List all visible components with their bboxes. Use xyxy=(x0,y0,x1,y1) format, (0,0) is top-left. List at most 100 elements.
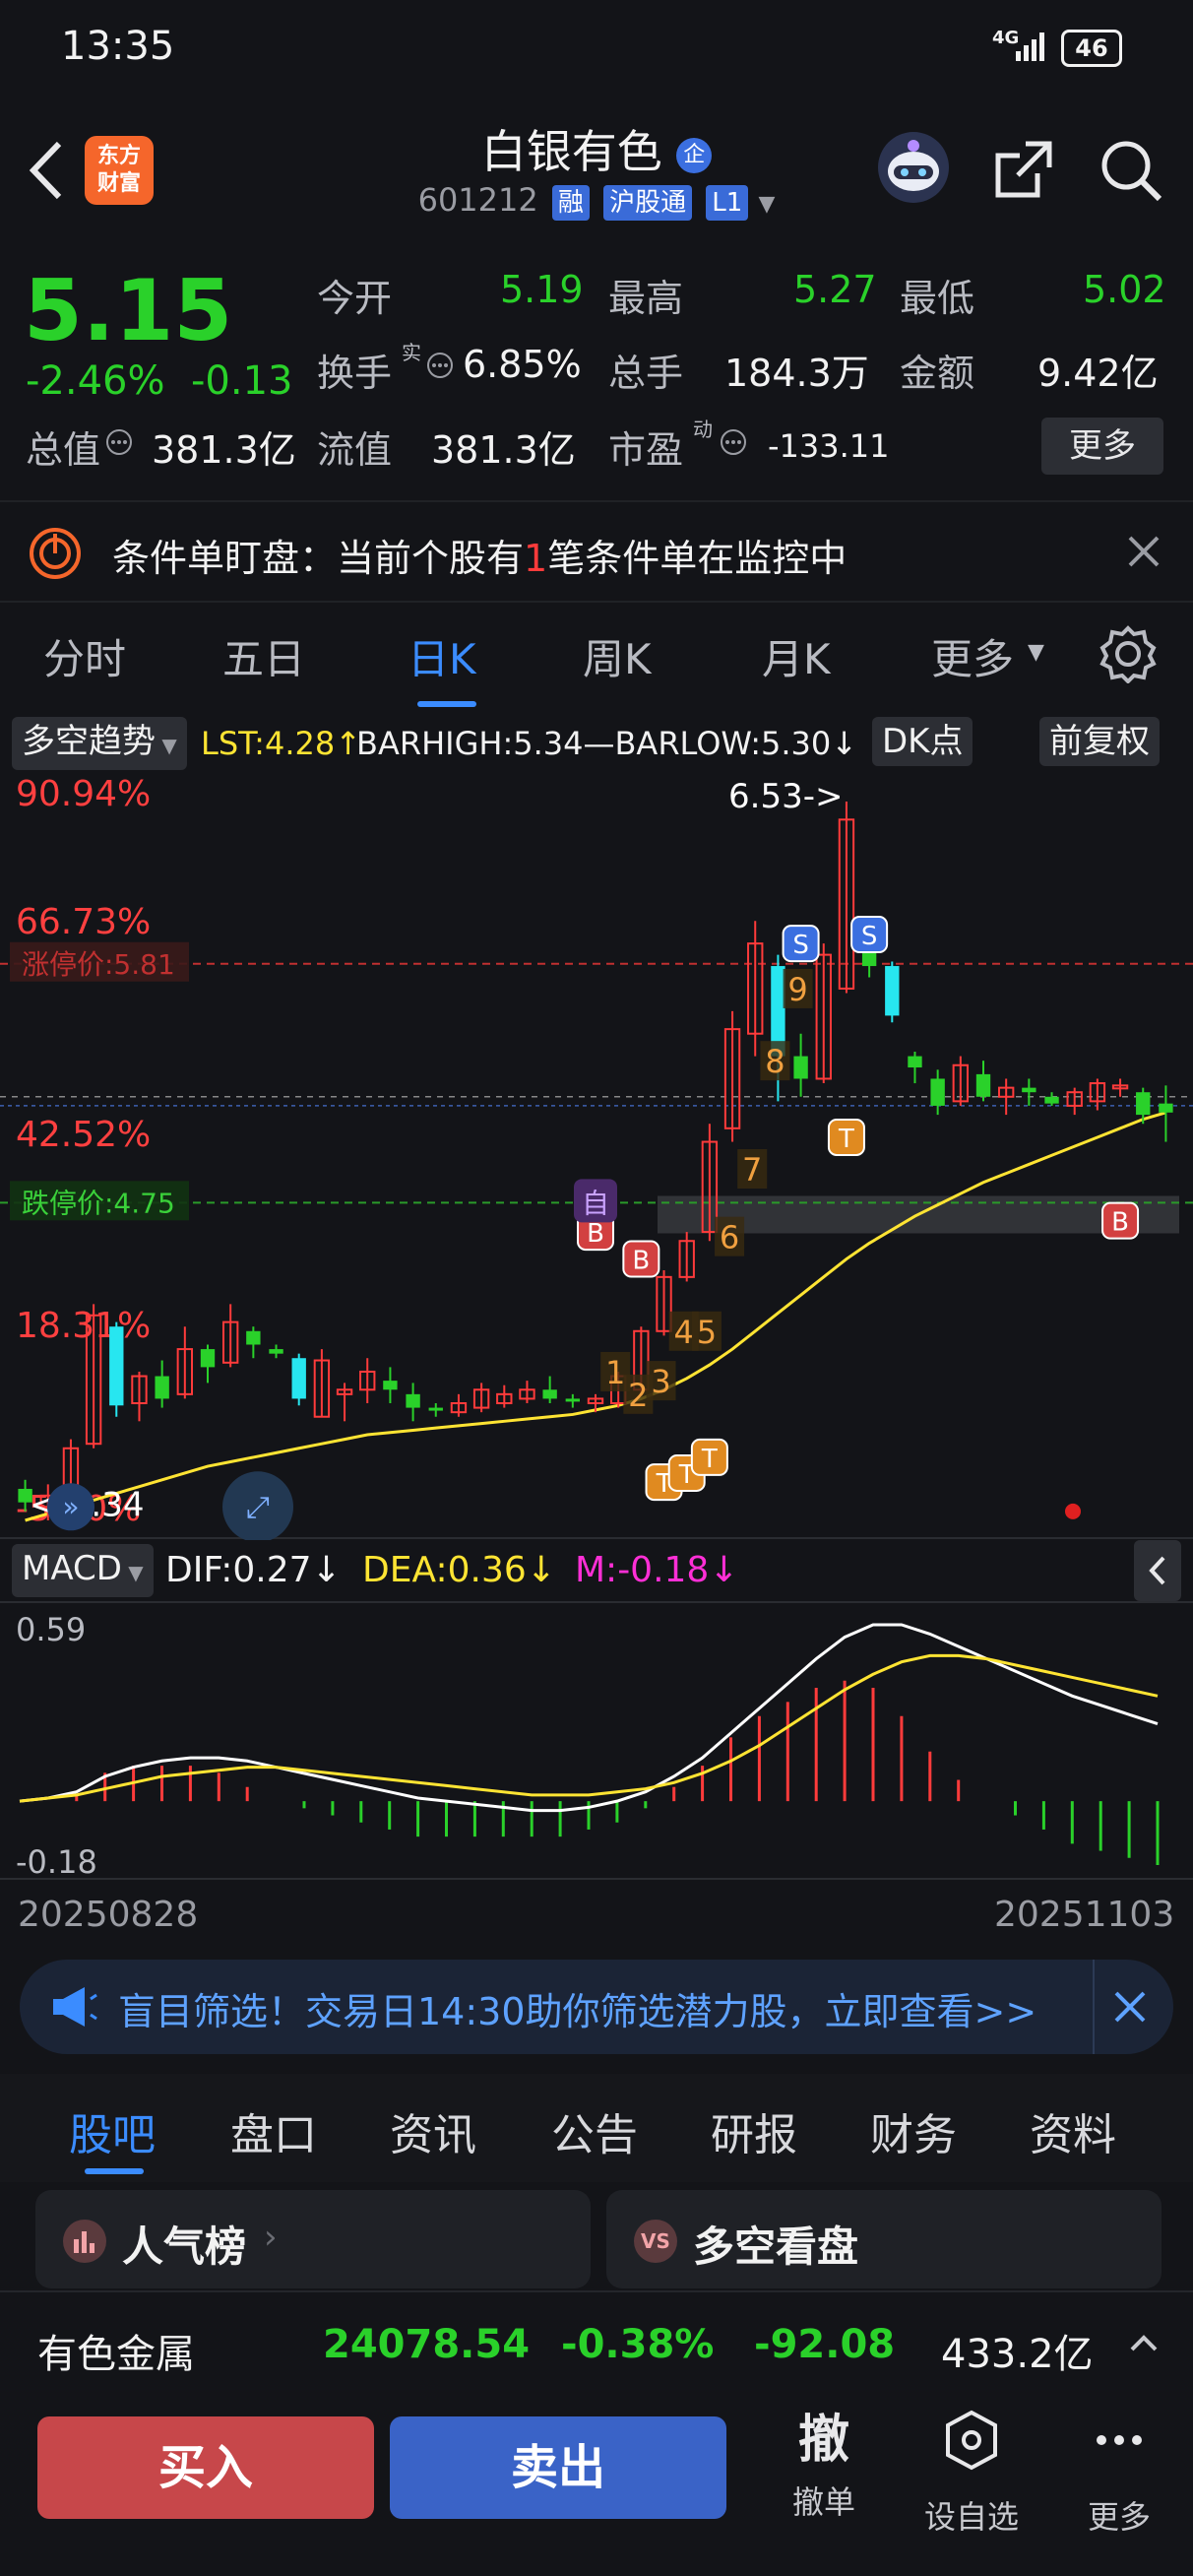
candle-body xyxy=(1136,1092,1151,1116)
tab-more[interactable]: 更多 xyxy=(931,626,1014,686)
quote-panel: 5.15 -2.46% -0.13 今开 5.19 最高 5.27 最低 5.0… xyxy=(0,242,1193,498)
wave-number: 5 xyxy=(697,1314,717,1351)
collapse-panel-button[interactable] xyxy=(1134,1540,1181,1601)
tag-level: L1 xyxy=(706,185,749,221)
info-circle-icon[interactable] xyxy=(425,351,455,384)
alert-dot xyxy=(1065,1503,1081,1519)
more-dots-icon xyxy=(1065,2409,1173,2486)
bull-bear-card[interactable]: VS 多空看盘 xyxy=(606,2190,1162,2288)
close-icon[interactable] xyxy=(1110,1987,1150,2030)
marker-letter: S xyxy=(861,922,878,951)
close-icon[interactable] xyxy=(1124,532,1163,575)
search-icon[interactable] xyxy=(1097,136,1165,209)
wave-number: 9 xyxy=(787,971,807,1008)
wave-number: 6 xyxy=(720,1219,739,1256)
candle-body xyxy=(246,1330,261,1345)
tab-financials[interactable]: 财务 xyxy=(870,2099,957,2162)
sector-index-bar[interactable]: 有色金属 24078.54 -0.38% -92.08 433.2亿 xyxy=(0,2290,1193,2399)
promo-banner[interactable]: 盲目筛选！交易日14:30助你筛选潜力股，立即查看>> xyxy=(20,1960,1173,2054)
popularity-label: 人气榜 xyxy=(122,2222,247,2271)
marker-letter: B xyxy=(1111,1208,1129,1238)
tab-guba[interactable]: 股吧 xyxy=(69,2099,156,2162)
macd-bottom-label: -0.18 xyxy=(16,1843,97,1881)
turnover-sup: 实 xyxy=(402,341,421,364)
candle-body xyxy=(269,1349,283,1354)
sector-pct: -0.38% xyxy=(561,2322,715,2367)
more-actions-button[interactable]: 更多 xyxy=(1065,2409,1173,2538)
chevron-down-icon[interactable]: ▼ xyxy=(1028,640,1044,665)
hexagon-icon xyxy=(917,2409,1026,2486)
stock-name: 白银有色 xyxy=(480,125,662,178)
tab-announcements[interactable]: 公告 xyxy=(551,2099,638,2162)
vs-icon: VS xyxy=(632,2218,679,2269)
info-circle-icon[interactable] xyxy=(719,427,748,461)
enterprise-badge: 企 xyxy=(676,137,713,173)
open-value: 5.19 xyxy=(500,268,584,311)
sell-button[interactable]: 卖出 xyxy=(390,2416,726,2519)
candle-body xyxy=(975,1073,991,1097)
condition-order-notice[interactable]: 条件单盯盘：当前个股有1笔条件单在监控中 xyxy=(0,500,1193,603)
candle-body xyxy=(908,1056,922,1068)
candle-body xyxy=(1044,1096,1059,1104)
limit-up-label: 涨停价:5.81 xyxy=(22,948,175,981)
marker-letter: B xyxy=(632,1247,650,1276)
share-icon[interactable] xyxy=(992,138,1055,205)
robot-assistant-icon[interactable] xyxy=(874,128,953,211)
tab-orderbook[interactable]: 盘口 xyxy=(230,2099,317,2162)
status-bar: 13:35 4G 46 xyxy=(0,0,1193,98)
turnover-value: 6.85% xyxy=(463,343,582,386)
active-tab-indicator xyxy=(85,2168,144,2174)
quote-more-button[interactable]: 更多 xyxy=(1041,418,1163,475)
candle-body xyxy=(109,1326,124,1406)
macd-dif: DIF:0.27↓ xyxy=(165,1550,342,1590)
tab-news[interactable]: 资讯 xyxy=(390,2099,476,2162)
tab-research[interactable]: 研报 xyxy=(711,2099,797,2162)
tab-daily-k[interactable]: 日K xyxy=(408,626,476,686)
mktcap-label: 总值 xyxy=(26,428,101,472)
high-value: 5.27 xyxy=(793,268,877,311)
chevron-right-icon: › xyxy=(264,2218,278,2257)
strategy-select[interactable]: 多空趋势 ▼ xyxy=(12,717,187,770)
wave-number: 1 xyxy=(605,1354,625,1391)
chevron-up-icon[interactable] xyxy=(1126,2328,1162,2361)
more-actions-label: 更多 xyxy=(1087,2498,1151,2536)
buy-button[interactable]: 买入 xyxy=(37,2416,374,2519)
double-chevron-icon: » xyxy=(62,1490,79,1522)
candle-body xyxy=(542,1389,557,1399)
open-label: 今开 xyxy=(317,277,393,320)
tab-five-day[interactable]: 五日 xyxy=(222,626,305,686)
turnover-label: 换手 xyxy=(317,352,393,395)
stock-code: 601212 xyxy=(417,181,538,219)
adjust-button[interactable]: 前复权 xyxy=(1039,717,1160,766)
notice-text: 条件单盯盘：当前个股有1笔条件单在监控中 xyxy=(112,537,848,580)
tab-profile[interactable]: 资料 xyxy=(1030,2099,1116,2162)
limit-down-label: 跌停价:4.75 xyxy=(22,1187,175,1219)
chevron-down-icon[interactable]: ▼ xyxy=(758,192,775,217)
candle-body xyxy=(155,1376,169,1399)
tab-monthly-k[interactable]: 月K xyxy=(762,626,831,686)
cancel-order-icon: 撤 xyxy=(797,2411,849,2470)
amount-value: 9.42亿 xyxy=(1037,352,1159,395)
float-label: 流值 xyxy=(317,428,393,472)
kline-chart[interactable]: 90.94%66.73%42.52%18.31%-5.90%涨停价:5.81跌停… xyxy=(0,772,1193,1540)
pe-sup: 动 xyxy=(693,418,713,441)
tab-intraday[interactable]: 分时 xyxy=(43,626,126,686)
macd-select[interactable]: MACD ▼ xyxy=(12,1544,154,1597)
candle-body xyxy=(1159,1103,1173,1113)
candle-body xyxy=(383,1381,398,1390)
pe-label: 市盈 xyxy=(608,428,684,472)
candle-body xyxy=(1022,1087,1036,1093)
gear-icon[interactable] xyxy=(1099,624,1158,687)
fullscreen-icon: ⤢ xyxy=(246,1490,270,1524)
chevron-left-icon xyxy=(1149,1556,1165,1585)
info-circle-icon[interactable] xyxy=(104,427,134,461)
sector-change: -92.08 xyxy=(754,2322,896,2367)
popularity-card[interactable]: 人气榜 › xyxy=(35,2190,591,2288)
set-watchlist-button[interactable]: 设自选 xyxy=(917,2409,1026,2538)
banner-text: 盲目筛选！交易日14:30助你筛选潜力股，立即查看>> xyxy=(118,1990,1037,2033)
cancel-order-button[interactable]: 撤 撤单 xyxy=(770,2409,878,2523)
macd-chart[interactable]: 0.59 -0.18 xyxy=(0,1601,1193,1883)
megaphone-icon xyxy=(49,1985,98,2032)
dk-point-button[interactable]: DK点 xyxy=(872,717,973,766)
tab-weekly-k[interactable]: 周K xyxy=(583,626,652,686)
